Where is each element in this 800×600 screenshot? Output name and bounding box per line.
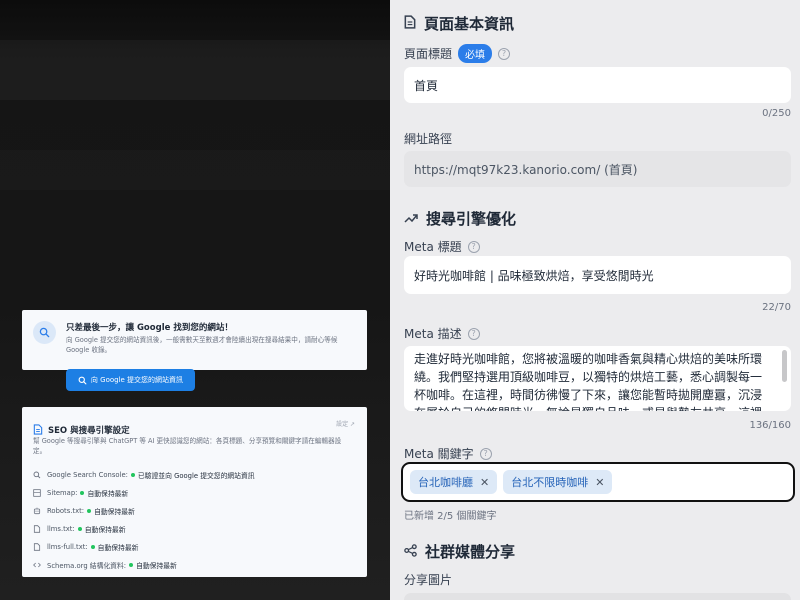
label-text: Meta 描述 — [404, 327, 462, 341]
blurred-band — [0, 40, 390, 100]
help-icon[interactable]: ? — [467, 240, 480, 253]
code-icon — [33, 561, 47, 569]
share-icon — [404, 543, 417, 561]
search-icon — [33, 321, 56, 344]
item-value: 自動保持最新 — [84, 526, 126, 534]
item-label: Google Search Console: — [47, 471, 128, 479]
item-value: 自動保持最新 — [97, 544, 139, 552]
status-dot — [130, 473, 135, 477]
trending-icon — [404, 210, 418, 228]
label-text: 網址路徑 — [404, 132, 453, 146]
item-label: llms-full.txt: — [47, 543, 88, 551]
meta-description-label: Meta 描述 ? — [404, 325, 480, 342]
keyword-tag: 台北不限時咖啡 ✕ — [503, 470, 613, 494]
blurred-band — [0, 150, 390, 190]
document-icon — [404, 14, 416, 33]
card-description: 幫 Google 等搜尋引擎與 ChatGPT 等 AI 更快認識您的網站：各頁… — [33, 437, 342, 455]
settings-link[interactable]: 設定 ↗ — [336, 419, 355, 428]
title-char-counter: 0/250 — [762, 108, 791, 119]
required-badge: 必填 — [458, 44, 493, 63]
meta-description-counter: 136/160 — [749, 420, 791, 431]
seo-settings-card: SEO 與搜尋引擎設定 設定 ↗ 幫 Google 等搜尋引擎與 ChatGPT… — [22, 407, 367, 577]
status-dot — [87, 509, 92, 513]
input-value: 首頁 — [414, 78, 439, 93]
item-label: llms.txt: — [47, 525, 75, 533]
page-title-input[interactable]: 首頁 — [404, 67, 791, 103]
close-icon[interactable]: ✕ — [480, 476, 489, 489]
share-image-label: 分享圖片 — [404, 571, 452, 588]
page-settings-panel: 頁面基本資訊 頁面標題 必填 ? 首頁 0/250 網址路徑 https://m… — [390, 0, 800, 600]
tag-label: 台北咖啡廳 — [418, 476, 473, 489]
textarea-scrollbar[interactable] — [782, 350, 787, 382]
search-icon — [78, 376, 87, 384]
meta-keywords-label: Meta 關鍵字 ? — [404, 445, 492, 462]
input-value: https://mqt97k23.kanorio.com/ (首頁) — [414, 162, 638, 177]
item-label: Sitemap: — [47, 489, 78, 497]
list-item: llms.txt: 自動保持最新 — [33, 520, 363, 538]
card-title: 只差最後一步，讓 Google 找到您的網站！ — [66, 323, 233, 333]
search-icon — [33, 471, 47, 479]
meta-description-textarea[interactable]: 走進好時光咖啡館，您將被溫暖的咖啡香氣與精心烘焙的美味所環繞。我們堅持選用頂級咖… — [404, 346, 791, 411]
url-path-field: https://mqt97k23.kanorio.com/ (首頁) — [404, 151, 791, 187]
section-title: 搜尋引擎優化 — [426, 210, 517, 228]
label-text: Meta 關鍵字 — [404, 447, 474, 461]
meta-title-counter: 22/70 — [762, 302, 791, 313]
help-icon[interactable]: ? — [479, 447, 492, 460]
robot-icon — [33, 507, 47, 515]
textarea-value: 走進好時光咖啡館，您將被溫暖的咖啡香氣與精心烘焙的美味所環繞。我們堅持選用頂級咖… — [414, 352, 763, 411]
share-image-field[interactable] — [404, 593, 791, 600]
list-item: Sitemap: 自動保持最新 — [33, 484, 363, 502]
status-dot — [80, 491, 85, 495]
label-text: 分享圖片 — [404, 573, 453, 587]
page-title-label: 頁面標題 必填 ? — [404, 44, 511, 63]
help-icon[interactable]: ? — [467, 327, 480, 340]
section-title: 社群媒體分享 — [425, 543, 516, 561]
file-icon — [33, 525, 47, 533]
item-value: 已驗證並向 Google 提交您的網站資訊 — [137, 472, 255, 480]
meta-keywords-input[interactable]: 台北咖啡廳 ✕ 台北不限時咖啡 ✕ — [401, 462, 795, 502]
list-item: llms-full.txt: 自動保持最新 — [33, 538, 363, 556]
card-title: SEO 與搜尋引擎設定 — [48, 425, 130, 436]
submit-to-google-button[interactable]: 向 Google 提交您的網站資訊 — [66, 369, 195, 391]
status-dot — [90, 545, 95, 549]
item-label: Schema.org 結構化資料: — [47, 562, 127, 570]
help-icon[interactable]: ? — [498, 47, 511, 60]
item-value: 自動保持最新 — [87, 490, 129, 498]
section-title: 頁面基本資訊 — [424, 15, 515, 33]
url-path-label: 網址路徑 — [404, 130, 452, 147]
label-text: 頁面標題 — [404, 47, 453, 61]
section-header-seo: 搜尋引擎優化 — [404, 208, 516, 229]
list-item: Robots.txt: 自動保持最新 — [33, 502, 363, 520]
keywords-hint: 已新增 2/5 個關鍵字 — [404, 511, 497, 522]
item-value: 自動保持最新 — [136, 562, 177, 570]
input-value: 好時光咖啡館 | 品味極致烘焙，享受悠閒時光 — [414, 268, 654, 283]
meta-title-input[interactable]: 好時光咖啡館 | 品味極致烘焙，享受悠閒時光 — [404, 256, 791, 294]
list-item: Schema.org 結構化資料: 自動保持最新 — [33, 556, 363, 574]
keyword-tag: 台北咖啡廳 ✕ — [410, 470, 498, 494]
section-header-social: 社群媒體分享 — [404, 541, 515, 562]
google-submit-card: 只差最後一步，讓 Google 找到您的網站！ 向 Google 提交您的網站資… — [22, 310, 367, 370]
item-value: 自動保持最新 — [94, 508, 135, 516]
close-icon[interactable]: ✕ — [595, 476, 604, 489]
list-item: Google Search Console: 已驗證並向 Google 提交您的網… — [33, 466, 363, 484]
file-icon — [33, 543, 47, 551]
tag-label: 台北不限時咖啡 — [511, 476, 589, 489]
status-dot — [77, 527, 82, 531]
seo-status-list: Google Search Console: 已驗證並向 Google 提交您的網… — [33, 466, 363, 574]
meta-title-label: Meta 標題 ? — [404, 238, 480, 255]
label-text: Meta 標題 — [404, 240, 462, 254]
status-dot — [129, 563, 134, 567]
background-preview-pane: 只差最後一步，讓 Google 找到您的網站！ 向 Google 提交您的網站資… — [0, 0, 390, 600]
button-label: 向 Google 提交您的網站資訊 — [90, 376, 184, 384]
item-label: Robots.txt: — [47, 507, 85, 515]
section-header-basic: 頁面基本資訊 — [404, 13, 514, 34]
sitemap-icon — [33, 489, 47, 497]
card-body: 向 Google 提交您的網站資訊後，一般需數天至數週才會陸續出現在搜尋結果中，… — [66, 336, 338, 354]
